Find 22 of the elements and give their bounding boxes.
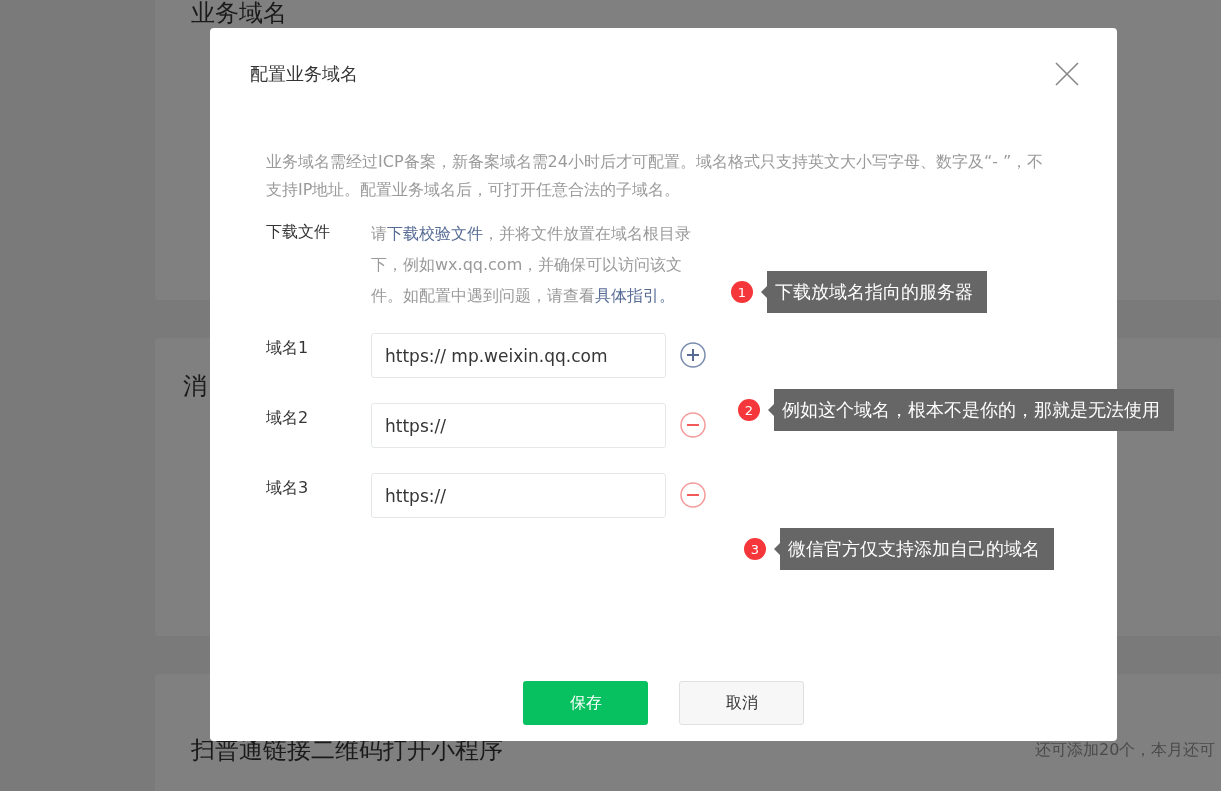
callout: 下载放域名指向的服务器 — [761, 271, 987, 313]
section-title: 消 — [183, 371, 207, 402]
link[interactable]: 具体指引。 — [595, 286, 675, 305]
close-icon[interactable] — [1055, 62, 1079, 86]
download-instructions: 请下载校验文件，并将文件放置在域名根目录下，例如wx.qq.com，并确保可以访问该文件。如配置中遇到问题，请查看具体指引。 — [371, 223, 692, 307]
description-text: 业务域名需经过ICP备案，新备案域名需24小时后才可配置。域名格式只支持英文大小写字母、数字及“- ”，不支持IP地址。配置业务域名后，可打开任意合法的子域名。 — [266, 151, 1045, 201]
section-title: 业务域名 — [191, 0, 287, 29]
callout: 微信官方仅支持添加自己的域名 — [774, 528, 1054, 570]
remove-icon[interactable] — [680, 482, 706, 508]
domain-field[interactable]: https:// — [371, 473, 666, 518]
domain-field[interactable]: https:// mp.weixin.qq.com — [371, 333, 666, 378]
field-label: 域名1 — [266, 337, 310, 359]
domain-field[interactable]: https:// — [371, 403, 666, 448]
field-label: 域名2 — [266, 407, 310, 429]
remove-icon[interactable] — [680, 412, 706, 438]
link[interactable]: 下载校验文件 — [387, 224, 483, 243]
cancel-button[interactable]: 取消 — [679, 681, 804, 725]
dialog-title: 配置业务域名 — [250, 62, 358, 86]
callout: 例如这个域名，根本不是你的，那就是无法使用 — [768, 389, 1174, 431]
field-label: 域名3 — [266, 477, 310, 499]
add-icon[interactable] — [680, 342, 706, 368]
field-label: 下载文件 — [266, 221, 331, 243]
